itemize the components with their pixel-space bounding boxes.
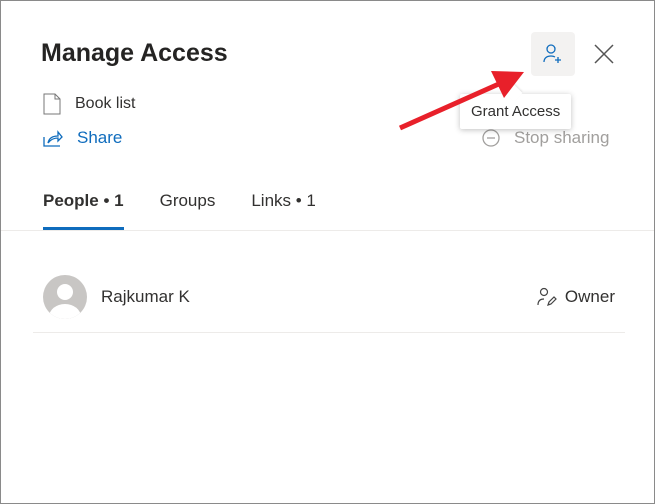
- add-person-icon: [543, 44, 561, 63]
- share-icon: [43, 130, 63, 147]
- person-edit-icon: [537, 287, 557, 306]
- tab-bar: People • 1 Groups Links • 1: [1, 183, 654, 231]
- page-title: Manage Access: [41, 39, 228, 67]
- annotation-arrow: [398, 71, 524, 131]
- file-icon: [43, 93, 61, 115]
- file-info: Book list: [43, 93, 135, 115]
- role-dropdown[interactable]: Owner: [537, 287, 615, 307]
- close-button[interactable]: [591, 41, 617, 67]
- grant-access-button[interactable]: [531, 32, 575, 76]
- avatar: [43, 274, 87, 319]
- tab-links[interactable]: Links • 1: [251, 183, 316, 230]
- share-link[interactable]: Share: [43, 128, 122, 148]
- list-item[interactable]: Rajkumar K Owner: [33, 261, 625, 333]
- person-name: Rajkumar K: [101, 286, 190, 306]
- tab-people[interactable]: People • 1: [43, 183, 124, 230]
- tab-groups[interactable]: Groups: [160, 183, 216, 230]
- share-label: Share: [77, 128, 123, 147]
- role-label: Owner: [564, 286, 615, 306]
- close-icon: [594, 44, 614, 64]
- file-name: Book list: [75, 95, 136, 112]
